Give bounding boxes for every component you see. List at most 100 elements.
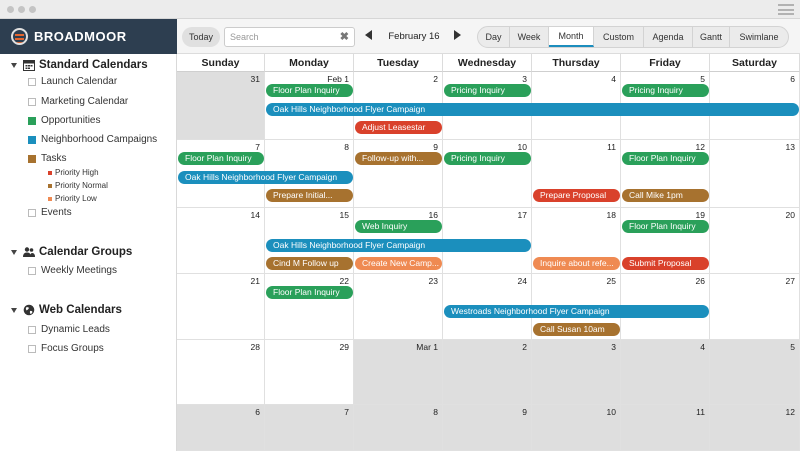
day-number[interactable]: 24: [518, 276, 527, 286]
calendar-item[interactable]: Launch Calendar: [28, 75, 117, 88]
calendar-item[interactable]: Marketing Calendar: [28, 95, 128, 108]
day-number[interactable]: 22: [340, 276, 349, 286]
day-number[interactable]: 5: [700, 74, 705, 84]
view-tab-month[interactable]: Month: [549, 27, 594, 47]
day-number[interactable]: 6: [790, 74, 795, 84]
calendar-item[interactable]: Focus Groups: [28, 342, 104, 355]
calendar-item[interactable]: Tasks: [28, 152, 67, 165]
calendar-event[interactable]: Oak Hills Neighborhood Flyer Campaign: [266, 103, 799, 116]
calendar-event[interactable]: Pricing Inquiry: [622, 84, 709, 97]
day-cell[interactable]: 10: [443, 140, 532, 208]
day-number[interactable]: 11: [696, 407, 705, 417]
calendar-event[interactable]: Follow-up with...: [355, 152, 442, 165]
day-cell[interactable]: 22: [265, 274, 354, 340]
priority-item[interactable]: Priority Normal: [48, 180, 108, 191]
today-button[interactable]: Today: [182, 27, 220, 47]
day-cell[interactable]: 27: [710, 274, 800, 340]
day-cell[interactable]: 11: [621, 405, 710, 451]
calendar-event[interactable]: Oak Hills Neighborhood Flyer Campaign: [266, 239, 531, 252]
calendar-event[interactable]: Floor Plan Inquiry: [178, 152, 264, 165]
calendar-checkbox[interactable]: [28, 325, 36, 334]
window-dot-icon[interactable]: [18, 6, 25, 13]
next-arrow-icon[interactable]: [454, 30, 461, 40]
day-number[interactable]: 3: [611, 342, 616, 352]
calendar-event[interactable]: Web Inquiry: [355, 220, 442, 233]
day-number[interactable]: 31: [251, 74, 260, 84]
calendar-item[interactable]: Neighborhood Campaigns: [28, 133, 157, 146]
calendar-event[interactable]: Floor Plan Inquiry: [266, 286, 353, 299]
calendar-event[interactable]: Prepare Initial...: [266, 189, 353, 202]
calendar-color-swatch[interactable]: [28, 135, 36, 144]
calendar-item[interactable]: Opportunities: [28, 114, 100, 127]
day-number[interactable]: 10: [607, 407, 616, 417]
clear-search-icon[interactable]: ✖: [340, 30, 349, 43]
window-dot-icon[interactable]: [7, 6, 14, 13]
day-cell[interactable]: 5: [710, 340, 800, 405]
day-number[interactable]: 12: [696, 142, 705, 152]
day-number[interactable]: Feb 1: [327, 74, 349, 84]
calendar-event[interactable]: Adjust Leasestar: [355, 121, 442, 134]
day-cell[interactable]: Mar 1: [354, 340, 443, 405]
calendar-item[interactable]: Weekly Meetings: [28, 264, 117, 277]
day-number[interactable]: 9: [522, 407, 527, 417]
day-number[interactable]: 17: [518, 210, 527, 220]
calendar-checkbox[interactable]: [28, 208, 36, 217]
priority-item[interactable]: Priority High: [48, 167, 99, 178]
day-number[interactable]: 13: [786, 142, 795, 152]
day-number[interactable]: 3: [522, 74, 527, 84]
day-cell[interactable]: 13: [710, 140, 800, 208]
calendar-event[interactable]: Pricing Inquiry: [444, 152, 531, 165]
day-number[interactable]: 4: [611, 74, 616, 84]
search-input[interactable]: [225, 28, 335, 46]
calendar-event[interactable]: Pricing Inquiry: [444, 84, 531, 97]
calendar-event[interactable]: Inquire about refe...: [533, 257, 620, 270]
day-number[interactable]: Mar 1: [416, 342, 438, 352]
view-tab-week[interactable]: Week: [510, 27, 549, 47]
day-number[interactable]: 2: [433, 74, 438, 84]
day-cell[interactable]: 23: [354, 274, 443, 340]
day-number[interactable]: 29: [340, 342, 349, 352]
day-number[interactable]: 7: [344, 407, 349, 417]
view-tab-swimlane[interactable]: Swimlane: [730, 27, 788, 47]
collapse-triangle-icon[interactable]: [11, 62, 17, 68]
day-cell[interactable]: 4: [621, 340, 710, 405]
day-number[interactable]: 8: [433, 407, 438, 417]
day-number[interactable]: 6: [255, 407, 260, 417]
day-cell[interactable]: 20: [710, 208, 800, 274]
day-number[interactable]: 7: [255, 142, 260, 152]
day-cell[interactable]: 6: [177, 405, 265, 451]
day-number[interactable]: 28: [251, 342, 260, 352]
day-number[interactable]: 15: [340, 210, 349, 220]
view-tab-day[interactable]: Day: [478, 27, 510, 47]
calendar-event[interactable]: Westroads Neighborhood Flyer Campaign: [444, 305, 709, 318]
day-number[interactable]: 26: [696, 276, 705, 286]
day-number[interactable]: 18: [607, 210, 616, 220]
calendar-event[interactable]: Call Mike 1pm: [622, 189, 709, 202]
day-number[interactable]: 25: [607, 276, 616, 286]
calendar-event[interactable]: Floor Plan Inquiry: [266, 84, 353, 97]
sidebar-group-2[interactable]: Web Calendars: [11, 303, 122, 317]
sidebar-group-1[interactable]: Calendar Groups: [11, 245, 132, 259]
calendar-event[interactable]: Submit Proposal: [622, 257, 709, 270]
calendar-checkbox[interactable]: [28, 344, 36, 353]
calendar-event[interactable]: Call Susan 10am: [533, 323, 620, 336]
day-cell[interactable]: 14: [177, 208, 265, 274]
day-cell[interactable]: 29: [265, 340, 354, 405]
day-cell[interactable]: 7: [265, 405, 354, 451]
calendar-event[interactable]: Oak Hills Neighborhood Flyer Campaign: [178, 171, 353, 184]
day-number[interactable]: 19: [696, 210, 705, 220]
calendar-event[interactable]: Floor Plan Inquiry: [622, 220, 709, 233]
day-cell[interactable]: 12: [710, 405, 800, 451]
window-dot-icon[interactable]: [29, 6, 36, 13]
previous-arrow-icon[interactable]: [365, 30, 372, 40]
day-number[interactable]: 10: [518, 142, 527, 152]
collapse-triangle-icon[interactable]: [11, 249, 17, 255]
view-tab-custom[interactable]: Custom: [594, 27, 644, 47]
view-tab-gantt[interactable]: Gantt: [693, 27, 730, 47]
day-cell[interactable]: 3: [532, 340, 621, 405]
calendar-color-swatch[interactable]: [28, 154, 36, 163]
day-cell[interactable]: 9: [443, 405, 532, 451]
priority-item[interactable]: Priority Low: [48, 193, 97, 204]
day-number[interactable]: 12: [786, 407, 795, 417]
calendar-color-swatch[interactable]: [28, 116, 36, 125]
